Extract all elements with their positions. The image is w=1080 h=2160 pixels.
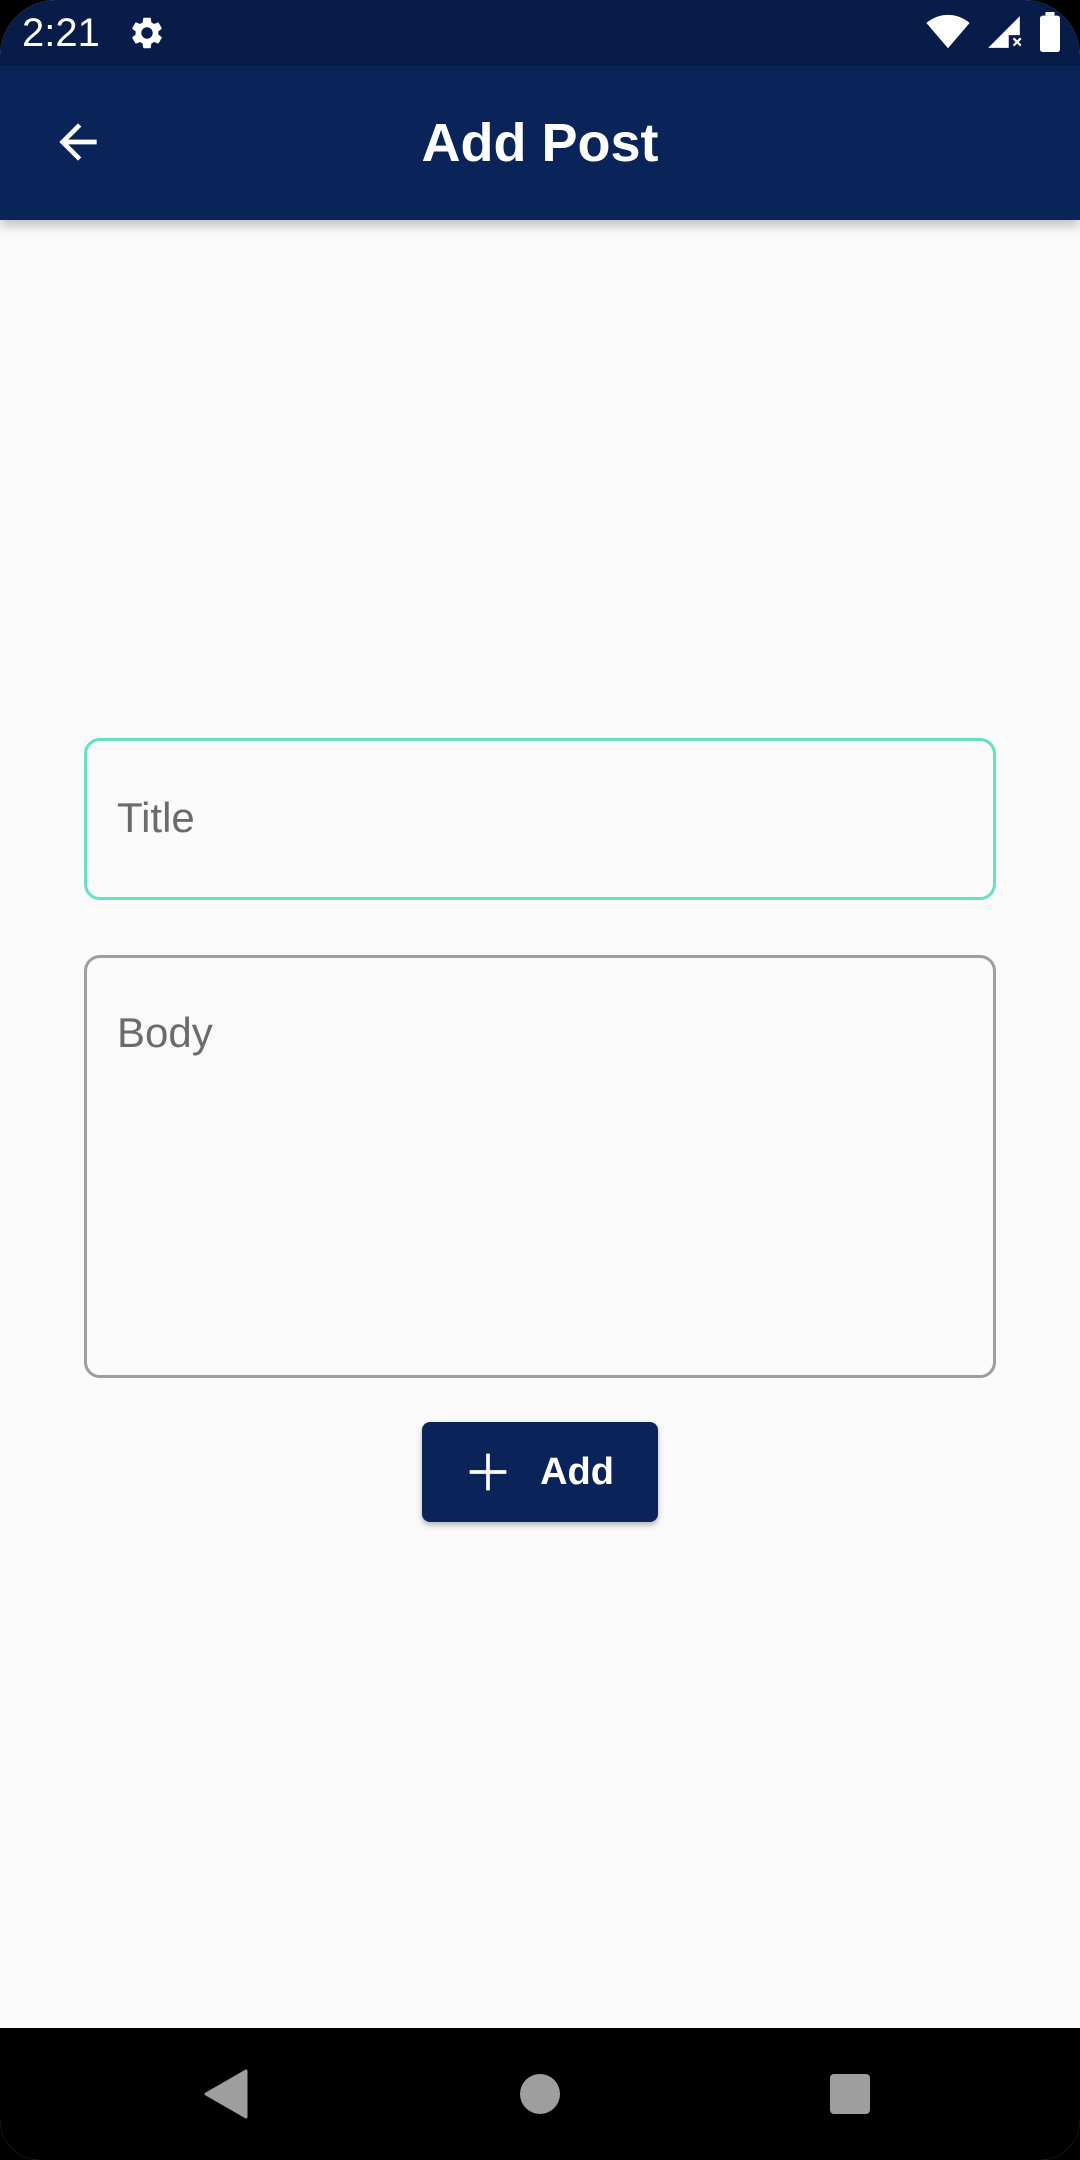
recents-square-icon	[830, 2074, 870, 2114]
status-bar: 2:21	[0, 0, 1080, 66]
app-bar: Add Post	[0, 66, 1080, 220]
screen: 2:21 Add Post Title Body Add	[0, 0, 1080, 2160]
plus-icon	[469, 1453, 507, 1491]
title-field-placeholder: Title	[117, 794, 195, 841]
signal-icon	[988, 16, 1022, 48]
gear-icon	[132, 17, 162, 49]
title-field[interactable]: Title	[84, 738, 996, 900]
home-circle-icon	[520, 2074, 560, 2114]
body-field[interactable]: Body	[84, 955, 996, 1378]
wifi-icon	[926, 14, 970, 49]
nav-recents-button[interactable]	[812, 2056, 888, 2132]
back-triangle-icon	[204, 2069, 248, 2119]
battery-icon	[1040, 12, 1060, 52]
add-button[interactable]: Add	[422, 1422, 658, 1522]
page-title: Add Post	[421, 113, 659, 173]
status-icons	[926, 12, 1062, 52]
system-nav-bar	[0, 2028, 1080, 2160]
nav-back-button[interactable]	[188, 2056, 264, 2132]
add-button-label: Add	[540, 1450, 614, 1493]
nav-home-button[interactable]	[502, 2056, 578, 2132]
body-field-placeholder: Body	[117, 1009, 213, 1056]
status-time: 2:21	[22, 11, 100, 55]
